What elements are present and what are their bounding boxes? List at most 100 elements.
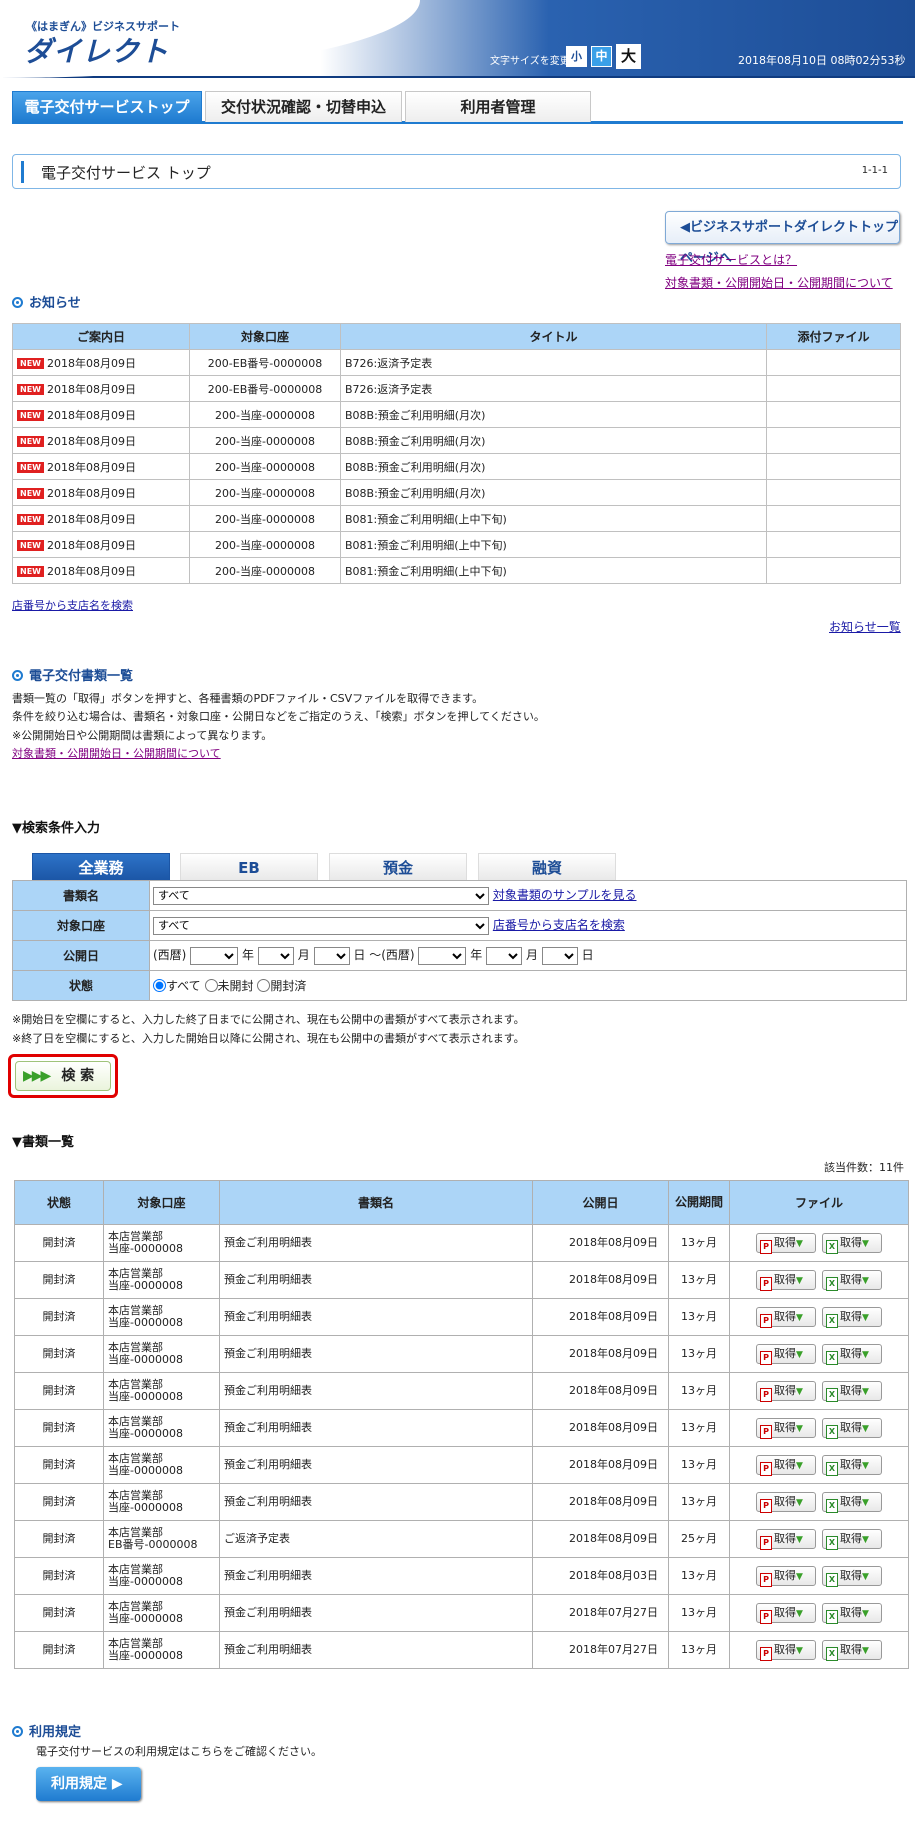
branch-search-link[interactable]: 店番号から支店名を検索 (12, 597, 133, 613)
pdf-icon: P (760, 1499, 772, 1513)
notice-title[interactable]: B081:預金ご利用明細(上中下旬) (340, 557, 767, 584)
status-all-radio[interactable]: すべて (153, 979, 201, 993)
doc-files: P 取得▼ X 取得▼ (729, 1557, 909, 1595)
doc-name: 預金ご利用明細表 (219, 1261, 533, 1299)
get-csv-button[interactable]: X 取得▼ (822, 1344, 882, 1365)
get-csv-button[interactable]: X 取得▼ (822, 1455, 882, 1476)
doc-status: 開封済 (14, 1446, 104, 1484)
logo[interactable]: ダイレクト (24, 30, 169, 70)
get-pdf-button[interactable]: P 取得▼ (756, 1233, 816, 1254)
notice-title[interactable]: B08B:預金ご利用明細(月次) (340, 427, 767, 454)
doc-publish-date: 2018年08月09日 (532, 1409, 669, 1447)
doc-name: 預金ご利用明細表 (219, 1557, 533, 1595)
get-csv-button[interactable]: X 取得▼ (822, 1492, 882, 1513)
search-tab-loan[interactable]: 融資 (478, 853, 616, 881)
search-tab-deposit[interactable]: 預金 (329, 853, 467, 881)
notice-title[interactable]: B726:返済予定表 (340, 349, 767, 376)
get-csv-button[interactable]: X 取得▼ (822, 1603, 882, 1624)
doc-name: 預金ご利用明細表 (219, 1335, 533, 1373)
site-header: 《はまぎん》ビジネスサポート ダイレクト 文字サイズを変更 小 中 大 2018… (0, 0, 915, 78)
notice-title[interactable]: B726:返済予定表 (340, 375, 767, 402)
notice-date: NEW 2018年08月09日 (12, 349, 190, 376)
get-csv-button[interactable]: X 取得▼ (822, 1418, 882, 1439)
font-size-small-button[interactable]: 小 (566, 46, 587, 67)
search-button[interactable]: ▶▶▶ 検 索 (15, 1061, 111, 1091)
what-is-service-link[interactable]: 電子交付サービスとは？ (665, 251, 797, 268)
pdf-icon: P (760, 1277, 772, 1291)
get-csv-button[interactable]: X 取得▼ (822, 1381, 882, 1402)
terms-button[interactable]: 利用規定 ▶ (36, 1767, 141, 1801)
notice-attachment (766, 401, 901, 428)
get-csv-button[interactable]: X 取得▼ (822, 1566, 882, 1587)
doc-files: P 取得▼ X 取得▼ (729, 1261, 909, 1299)
get-csv-button[interactable]: X 取得▼ (822, 1233, 882, 1254)
docs-about-link[interactable]: 対象書類・公開開始日・公開期間について (12, 745, 221, 761)
doc-files: P 取得▼ X 取得▼ (729, 1594, 909, 1632)
csv-icon: X (826, 1573, 838, 1587)
status-opened-radio[interactable]: 開封済 (257, 979, 306, 993)
notice-title[interactable]: B08B:預金ご利用明細(月次) (340, 453, 767, 480)
get-pdf-button[interactable]: P 取得▼ (756, 1270, 816, 1291)
era-label-2: (西暦) (381, 948, 415, 963)
font-size-medium-button[interactable]: 中 (591, 46, 612, 67)
get-pdf-button[interactable]: P 取得▼ (756, 1418, 816, 1439)
notice-list-link[interactable]: お知らせ一覧 (829, 618, 901, 635)
notice-attachment (766, 505, 901, 532)
dropdown-arrow-icon: ▼ (796, 1313, 803, 1323)
notice-title[interactable]: B081:預金ご利用明細(上中下旬) (340, 505, 767, 532)
doc-row: 開封済 本店営業部 当座-0000008 預金ご利用明細表 2018年08月09日… (14, 1224, 909, 1262)
doc-name-select[interactable]: すべて (153, 886, 489, 905)
tab-user-management[interactable]: 利用者管理 (405, 91, 591, 122)
start-month-select[interactable] (257, 946, 294, 965)
start-year-select[interactable] (190, 946, 239, 965)
doc-files: P 取得▼ X 取得▼ (729, 1224, 909, 1262)
doc-status: 開封済 (14, 1520, 104, 1558)
tab-status-switch[interactable]: 交付状況確認・切替申込 (205, 91, 402, 122)
doc-name: 預金ご利用明細表 (219, 1594, 533, 1632)
start-day-select[interactable] (313, 946, 350, 965)
notice-title[interactable]: B081:預金ご利用明細(上中下旬) (340, 531, 767, 558)
get-csv-button[interactable]: X 取得▼ (822, 1640, 882, 1661)
dropdown-arrow-icon: ▼ (796, 1276, 803, 1286)
tab-service-top[interactable]: 電子交付サービストップ (12, 91, 202, 122)
get-pdf-button[interactable]: P 取得▼ (756, 1603, 816, 1624)
col-account: 対象口座 (189, 323, 341, 350)
get-csv-button[interactable]: X 取得▼ (822, 1270, 882, 1291)
get-pdf-button[interactable]: P 取得▼ (756, 1381, 816, 1402)
col-title: タイトル (340, 323, 767, 350)
get-pdf-button[interactable]: P 取得▼ (756, 1566, 816, 1587)
bs-top-page-button[interactable]: ◀ビジネスサポートダイレクトトップページへ (665, 211, 900, 266)
notice-title[interactable]: B08B:預金ご利用明細(月次) (340, 401, 767, 428)
get-pdf-button[interactable]: P 取得▼ (756, 1492, 816, 1513)
end-year-select[interactable] (418, 946, 467, 965)
about-docs-link[interactable]: 対象書類・公開開始日・公開期間について (665, 274, 893, 291)
get-pdf-button[interactable]: P 取得▼ (756, 1640, 816, 1661)
notice-date: NEW 2018年08月09日 (12, 479, 190, 506)
get-pdf-button[interactable]: P 取得▼ (756, 1529, 816, 1550)
pdf-icon: P (760, 1351, 772, 1365)
doc-account: 本店営業部 当座-0000008 (103, 1594, 220, 1632)
status-unopened-radio[interactable]: 未開封 (204, 979, 254, 993)
get-csv-button[interactable]: X 取得▼ (822, 1307, 882, 1328)
search-tab-eb[interactable]: EB (180, 853, 318, 881)
end-day-select[interactable] (541, 946, 578, 965)
bullet-icon (12, 670, 23, 681)
get-pdf-button[interactable]: P 取得▼ (756, 1455, 816, 1476)
doc-sample-link[interactable]: 対象書類のサンプルを見る (493, 888, 637, 902)
get-pdf-button[interactable]: P 取得▼ (756, 1307, 816, 1328)
end-month-select[interactable] (486, 946, 523, 965)
search-tab-all[interactable]: 全業務 (32, 853, 170, 881)
account-select[interactable]: すべて (153, 916, 489, 935)
pdf-icon: P (760, 1462, 772, 1476)
get-csv-button[interactable]: X 取得▼ (822, 1529, 882, 1550)
doc-row: 開封済 本店営業部 当座-0000008 預金ご利用明細表 2018年08月09日… (14, 1335, 909, 1373)
font-size-large-button[interactable]: 大 (616, 44, 641, 69)
dropdown-arrow-icon: ▼ (862, 1572, 869, 1582)
bullet-icon (12, 297, 23, 308)
doc-status: 開封済 (14, 1335, 104, 1373)
notice-attachment (766, 531, 901, 558)
get-pdf-button[interactable]: P 取得▼ (756, 1344, 816, 1365)
branch-search-link-2[interactable]: 店番号から支店名を検索 (493, 918, 625, 932)
notice-title[interactable]: B08B:預金ご利用明細(月次) (340, 479, 767, 506)
search-button-highlight: ▶▶▶ 検 索 (8, 1054, 118, 1098)
